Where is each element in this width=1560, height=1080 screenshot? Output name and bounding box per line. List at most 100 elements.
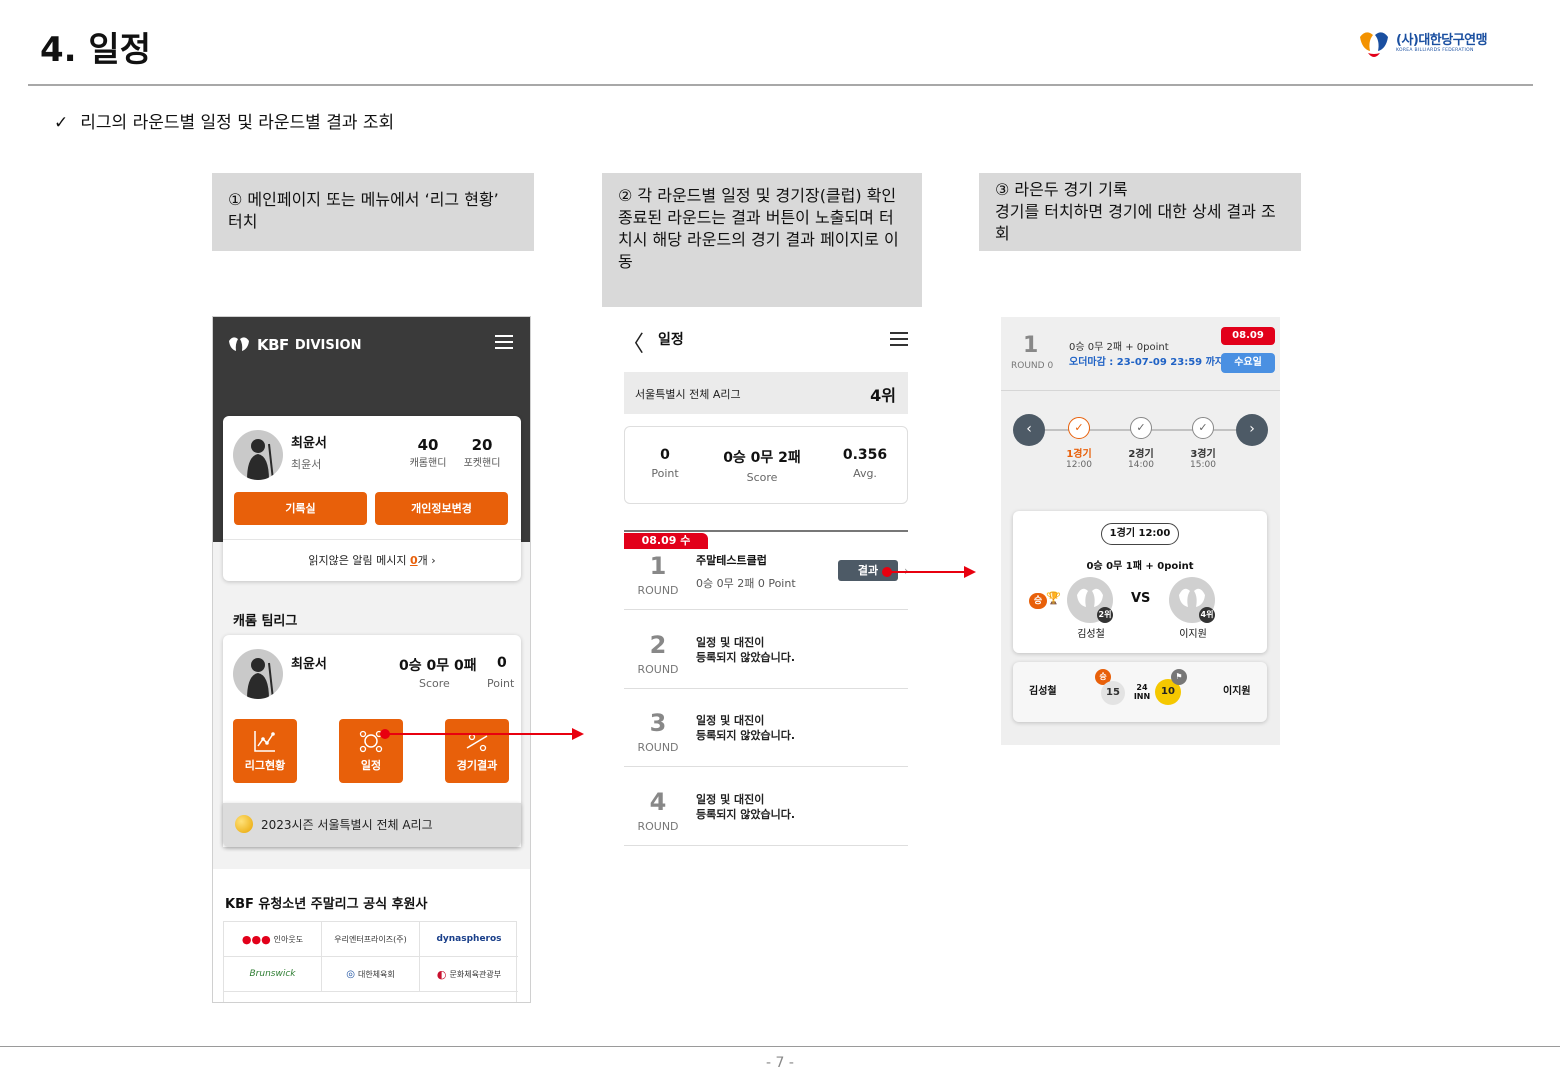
round-label: ROUND 0 — [1011, 361, 1054, 371]
player-silhouette-icon — [247, 658, 274, 699]
sponsor-name: 우리엔터프라이즈(주) — [334, 934, 407, 944]
game-3-label: 3경기 — [1190, 449, 1216, 460]
point-stat: 0 Point — [643, 447, 687, 480]
round-number: 1 — [1023, 333, 1039, 358]
sponsor-logo[interactable]: ◎ 대한체육회 — [322, 957, 420, 992]
player-1-name: 김성철 — [1077, 629, 1105, 640]
season-banner[interactable]: 2023시즌 서울특별시 전체 A리그 — [223, 803, 521, 847]
game-3-check-icon[interactable]: ✓ — [1192, 417, 1214, 439]
league-name: 서울특별시 전체 A리그 — [635, 388, 741, 401]
user-name: 최윤서 — [291, 436, 327, 451]
game-2-label: 2경기 — [1128, 449, 1154, 460]
card-divider — [223, 539, 521, 540]
score-player-2-name: 이지원 — [1223, 686, 1251, 697]
player-2-avatar: 4위 — [1169, 577, 1215, 623]
slide-title: 4. 일정 — [40, 30, 151, 70]
edit-profile-button[interactable]: 개인정보변경 — [375, 492, 508, 525]
game-3-time: 15:00 — [1190, 460, 1216, 470]
match-record: 0승 0무 1패 + 0point — [1086, 561, 1194, 572]
record-room-button[interactable]: 기록실 — [234, 492, 367, 525]
carom-handi-label: 캐롬핸디 — [409, 458, 447, 469]
game-2-time: 14:00 — [1128, 460, 1154, 470]
callout-step-1-text: ① 메인페이지 또는 메뉴에서 ‘리그 현황’ 터치 — [228, 190, 499, 231]
pocket-handi-stat: 20 포켓핸디 — [457, 436, 507, 469]
team-stats-card: 0 Point 0승 0무 2패 Score 0.356 Avg. — [624, 426, 908, 504]
sponsor-name: Brunswick — [249, 969, 296, 979]
win-badge: 승 — [1029, 593, 1047, 609]
sponsor-logo[interactable]: Brunswick — [224, 957, 322, 992]
round-item[interactable]: 4 ROUND 일정 및 대진이 등록되지 않았습니다. — [624, 768, 908, 846]
alert-count: 0 — [409, 554, 418, 567]
round-item[interactable]: 3 ROUND 일정 및 대진이 등록되지 않았습니다. — [624, 689, 908, 767]
callout-step-3-title: ③ 라은두 경기 기록 — [995, 180, 1128, 199]
callout-step-1: ① 메인페이지 또는 메뉴에서 ‘리그 현황’ 터치 — [212, 173, 534, 251]
avg-label: Avg. — [853, 467, 877, 480]
round-number: 4 — [649, 788, 667, 816]
msg-line-2: 등록되지 않았습니다. — [696, 651, 796, 664]
chart-icon — [254, 731, 275, 752]
sponsor-logo[interactable]: ◐ 문화체육관광부 — [420, 957, 518, 992]
carom-handi-stat: 40 캐롬핸디 — [403, 436, 453, 469]
round-label: ROUND — [637, 820, 679, 833]
schedule-screen: 〈 일정 서울특별시 전체 A리그 4위 0 Point 0승 0무 2패 Sc… — [612, 316, 920, 856]
kbf-emblem-icon — [229, 337, 249, 351]
alert-suffix: 개 › — [417, 554, 436, 567]
msg-line-2: 등록되지 않았습니다. — [696, 729, 796, 742]
taegeuk-icon: ◐ — [436, 967, 447, 981]
player-1-avatar: 2위 — [1067, 577, 1113, 623]
screen-title: 일정 — [658, 332, 684, 348]
sponsor-name: 대한체육회 — [357, 969, 395, 979]
hamburger-menu-icon[interactable] — [495, 335, 513, 349]
sponsor-logo[interactable]: dynaspheros — [420, 922, 518, 957]
round-number: 3 — [649, 709, 667, 737]
league-rank-bar: 서울특별시 전체 A리그 4위 — [624, 372, 908, 414]
federation-emblem-icon — [1360, 32, 1388, 57]
match-card[interactable]: 1경기 12:00 0승 0무 1패 + 0point 승 🏆 2위 VS 4위… — [1013, 511, 1267, 653]
match-results-label: 경기결과 — [456, 759, 498, 772]
avatar — [233, 430, 283, 480]
avatar — [233, 649, 283, 699]
round-item[interactable]: 2 ROUND 일정 및 대진이 등록되지 않았습니다. — [624, 611, 908, 689]
season-text: 2023시즌 서울특별시 전체 A리그 — [261, 818, 433, 832]
footer-divider — [0, 1046, 1560, 1047]
header-divider — [1001, 390, 1280, 391]
point-label: Point — [651, 467, 679, 480]
chevron-right-icon[interactable]: › — [1236, 414, 1268, 446]
kbf-logo-text: KBF — [257, 336, 289, 354]
pocket-handi-label: 포켓핸디 — [463, 458, 501, 469]
callout-step-3: ③ 라은두 경기 기록 경기를 터치하면 경기에 대한 상세 결과 조회 — [979, 173, 1301, 251]
player-silhouette-icon — [247, 439, 274, 480]
schedule-label: 일정 — [360, 759, 382, 772]
unread-alert-link[interactable]: 읽지않은 알림 메시지 0개 › — [223, 552, 521, 568]
round-not-set-message: 일정 및 대진이 등록되지 않았습니다. — [696, 792, 795, 822]
header-divider — [28, 84, 1533, 86]
score-value: 0승 0무 2패 — [723, 450, 801, 466]
game-1-check-icon[interactable]: ✓ — [1068, 417, 1090, 439]
chevron-left-icon[interactable]: ‹ — [1013, 414, 1045, 446]
sponsor-name: 인아웃도 — [273, 934, 304, 944]
callout-step-3-text: 경기를 터치하면 경기에 대한 상세 결과 조회 — [995, 202, 1276, 243]
hamburger-menu-icon[interactable] — [890, 332, 908, 346]
round-match-screen: 1 ROUND 0 0승 0무 2패 + 0point 오더마감 : 23-07… — [1001, 317, 1280, 745]
check-icon: ✓ — [54, 113, 69, 133]
round-not-set-message: 일정 및 대진이 등록되지 않았습니다. — [696, 713, 795, 743]
score-stat: 0승 0무 2패 Score — [717, 447, 807, 484]
schedule-tile[interactable]: 일정 — [339, 719, 403, 783]
league-status-tile[interactable]: 리그현황 — [233, 719, 297, 783]
msg-line-1: 일정 및 대진이 — [696, 793, 765, 806]
game-2-check-icon[interactable]: ✓ — [1130, 417, 1152, 439]
round-label: ROUND — [637, 741, 679, 754]
sponsor-logo[interactable]: 우리엔터프라이즈(주) — [322, 922, 420, 957]
round-club-name: 주말테스트클럽 — [696, 554, 767, 567]
trophy-icon: 🏆 — [1046, 591, 1061, 605]
kbf-division-logo[interactable]: KBF DIVISION — [227, 335, 361, 355]
versus-label: VS — [1131, 591, 1151, 606]
match-results-tile[interactable]: 경기결과 — [445, 719, 509, 783]
player-1-score: 15 — [1101, 681, 1125, 705]
sponsor-logo[interactable]: ●●● 인아웃도 — [224, 922, 322, 957]
game-time-pill: 1경기 12:00 — [1101, 523, 1179, 545]
score-label: Score — [746, 471, 778, 484]
scoreboard-card[interactable]: 김성철 승 15 24 INN 10 ⚑ 이지원 — [1013, 662, 1267, 722]
back-chevron-icon[interactable]: 〈 — [622, 326, 644, 358]
point-label: Point — [487, 677, 515, 690]
